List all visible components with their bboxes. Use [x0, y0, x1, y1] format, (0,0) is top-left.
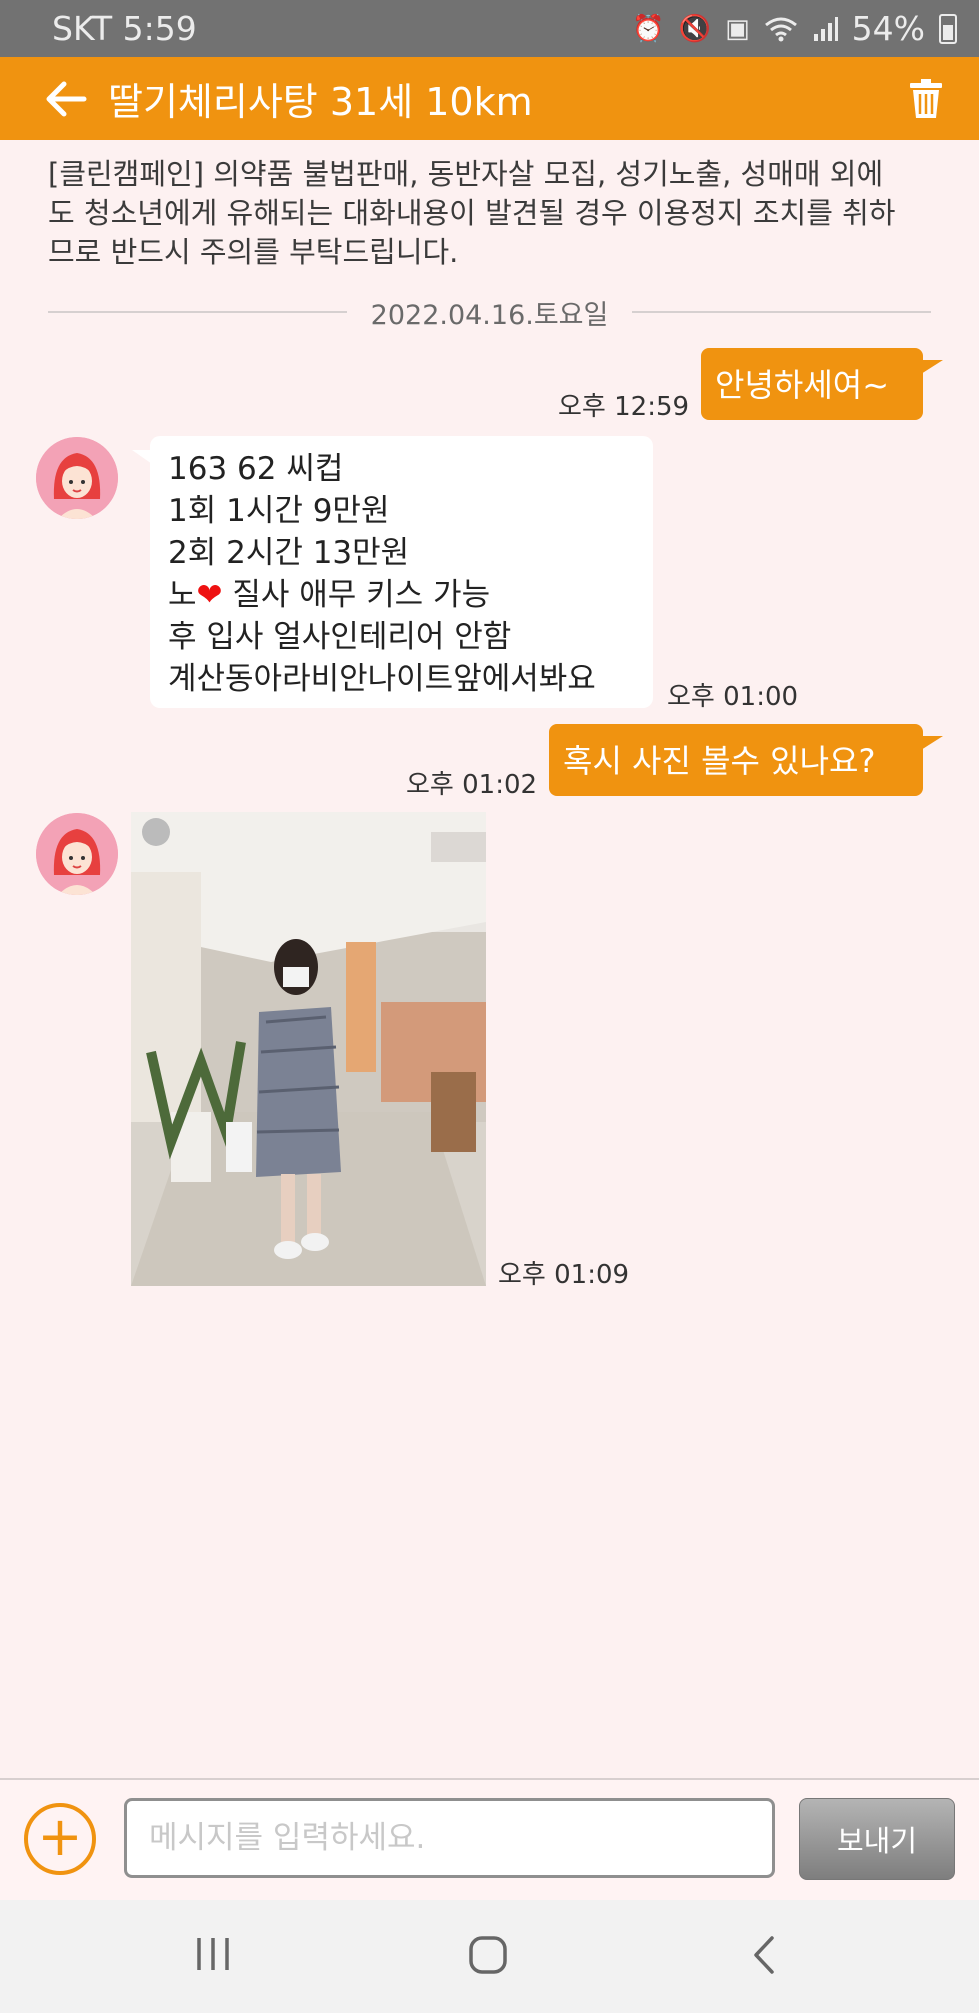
send-button[interactable]: 보내기 — [799, 1798, 955, 1880]
message-text: 안녕하세여~ — [715, 366, 890, 404]
signal-icon — [813, 16, 838, 41]
message-text: 노 — [168, 577, 197, 613]
carrier-time: SKT 5:59 — [52, 9, 197, 48]
message-line: 후 입사 얼사인테리어 안함 — [168, 619, 512, 655]
message-time: 오후 01:02 — [406, 770, 538, 800]
divider — [632, 311, 932, 313]
outgoing-message[interactable]: 혹시 사진 볼수 있나요? — [549, 724, 943, 796]
status-bar: SKT 5:59 ⏰ 🔇 ▣ 54% — [0, 0, 979, 57]
message-line-with-emoji: 노❤ 질사 애무 키스 가능 — [168, 574, 635, 616]
alarm-icon: ⏰ — [632, 13, 665, 44]
home-icon[interactable] — [467, 1934, 509, 1976]
battery-icon — [939, 13, 957, 44]
system-nav-bar — [0, 1900, 979, 2013]
avatar-girl-icon — [36, 813, 118, 895]
notification-icon: ▣ — [725, 13, 750, 44]
message-line: 계산동아라비안나이트앞에서봐요 — [168, 661, 596, 697]
message-line: 2회 2시간 13만원 — [168, 535, 410, 571]
wifi-icon — [764, 17, 797, 41]
message-text: 혹시 사진 볼수 있나요? — [563, 742, 876, 780]
photo-image — [131, 812, 486, 1286]
divider — [48, 311, 347, 313]
avatar[interactable] — [36, 813, 118, 895]
message-input[interactable] — [124, 1798, 775, 1878]
photo-message[interactable] — [131, 812, 486, 1286]
avatar-girl-icon — [36, 437, 118, 519]
date-label: 2022.04.16.토요일 — [370, 299, 609, 331]
back-icon[interactable] — [748, 1934, 778, 1976]
date-separator: 2022.04.16.토요일 — [48, 294, 932, 331]
message-line: 163 62 씨컵 — [168, 451, 344, 487]
chat-title: 딸기체리사탕 31세 10km — [108, 80, 533, 124]
chat-header: 딸기체리사탕 31세 10km — [0, 57, 979, 140]
mute-icon: 🔇 — [678, 13, 712, 44]
message-time: 오후 01:09 — [498, 1260, 630, 1290]
incoming-message[interactable]: 163 62 씨컵 1회 1시간 9만원 2회 2시간 13만원 노❤ 질사 애… — [132, 436, 653, 708]
attach-plus-icon[interactable]: + — [24, 1803, 96, 1875]
heart-icon: ❤ — [196, 577, 223, 613]
message-text: 질사 애무 키스 가능 — [232, 577, 491, 613]
message-time: 오후 01:00 — [667, 682, 799, 712]
message-line: 1회 1시간 9만원 — [168, 493, 390, 529]
back-arrow-icon[interactable] — [44, 79, 88, 119]
clean-campaign-notice: [클린캠페인] 의약품 불법판매, 동반자살 모집, 성기노출, 성매매 외에도… — [48, 157, 896, 269]
status-icons: ⏰ 🔇 ▣ 54% — [632, 9, 957, 48]
message-input-bar: + 보내기 — [0, 1778, 979, 1900]
message-time: 오후 12:59 — [558, 392, 690, 422]
outgoing-message[interactable]: 안녕하세여~ — [701, 348, 943, 420]
battery-percent: 54% — [851, 9, 925, 48]
avatar[interactable] — [36, 437, 118, 519]
trash-icon[interactable] — [909, 78, 943, 119]
recent-apps-icon[interactable] — [193, 1934, 233, 1974]
